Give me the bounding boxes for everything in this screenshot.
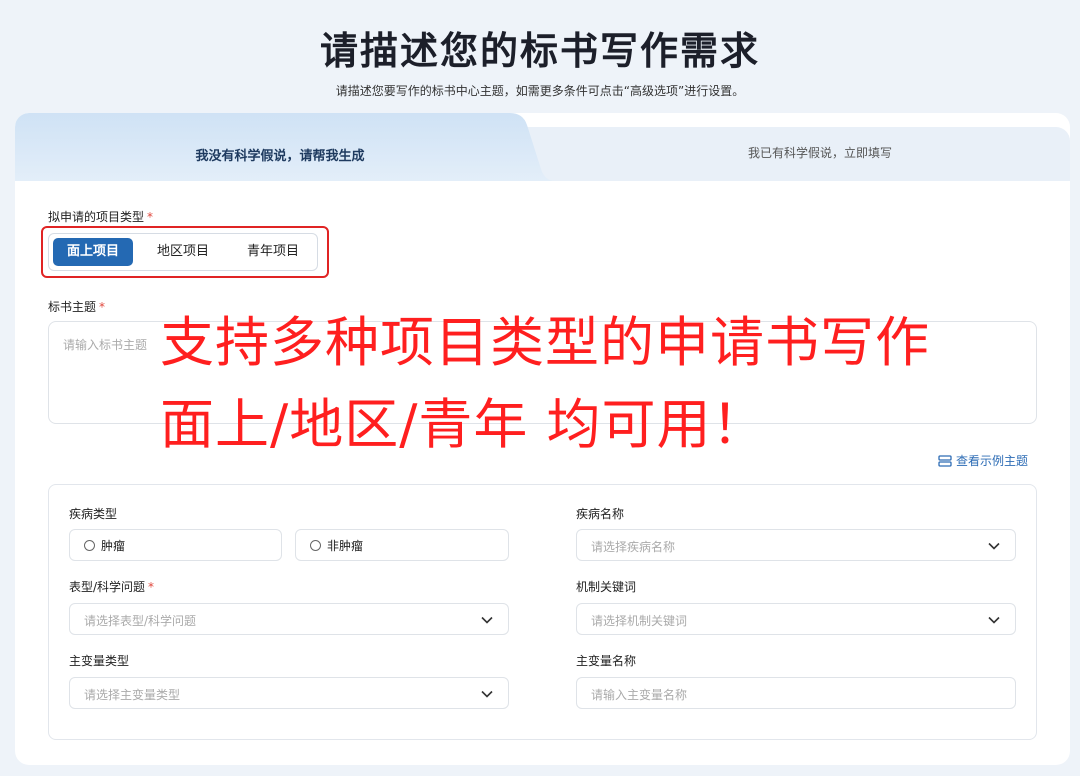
required-mark: * [99, 300, 106, 314]
radio-circle-icon [84, 539, 95, 551]
project-type-option-general[interactable]: 面上项目 [53, 238, 133, 266]
overlay-text-line1: 支持多种项目类型的申请书写作 [160, 311, 930, 374]
project-type-option-youth[interactable]: 青年项目 [231, 238, 315, 266]
main-var-name-input[interactable]: 请输入主变量名称 [576, 677, 1016, 709]
topic-placeholder: 请输入标书主题 [63, 338, 148, 352]
mechanism-select[interactable]: 请选择机制关键词 [576, 603, 1016, 635]
tab-have-hypothesis[interactable]: 我已有科学假说，立即填写 [570, 144, 1070, 161]
required-mark: * [147, 210, 154, 224]
main-var-name-placeholder: 请输入主变量名称 [591, 688, 688, 702]
disease-name-select[interactable]: 请选择疾病名称 [576, 529, 1016, 561]
mechanism-placeholder: 请选择机制关键词 [591, 614, 688, 628]
page-subtitle: 请描述您要写作的标书中心主题，如需更多条件可点击“高级选项”进行设置。 [335, 84, 745, 98]
phenotype-label-text: 表型/科学问题 [69, 580, 146, 594]
view-example-link[interactable]: 查看示例主题 [938, 452, 1028, 469]
radio-non-tumor[interactable]: 非肿瘤 [295, 529, 509, 561]
required-mark: * [148, 580, 155, 594]
main-var-type-select[interactable]: 请选择主变量类型 [69, 677, 509, 709]
radio-non-tumor-label: 非肿瘤 [327, 538, 364, 553]
list-icon [938, 454, 952, 467]
phenotype-select[interactable]: 请选择表型/科学问题 [69, 603, 509, 635]
chevron-down-icon [481, 616, 493, 624]
chevron-down-icon [481, 690, 493, 698]
project-type-label-text: 拟申请的项目类型 [48, 210, 145, 224]
project-type-label: 拟申请的项目类型 * [48, 208, 153, 225]
mechanism-label: 机制关键词 [576, 580, 637, 594]
radio-tumor[interactable]: 肿瘤 [69, 529, 282, 561]
topic-label-text: 标书主题 [48, 300, 97, 314]
radio-tumor-label: 肿瘤 [101, 538, 126, 553]
main-var-name-label: 主变量名称 [576, 654, 637, 668]
chevron-down-icon [988, 542, 1000, 550]
phenotype-label: 表型/科学问题 * [69, 578, 154, 595]
project-type-selector: 面上项目 地区项目 青年项目 [48, 233, 318, 271]
phenotype-placeholder: 请选择表型/科学问题 [84, 614, 197, 628]
disease-type-label: 疾病类型 [69, 507, 118, 521]
disease-name-label: 疾病名称 [576, 507, 625, 521]
overlay-text-line2: 面上/地区/青年 均可用！ [160, 393, 767, 456]
main-var-type-label: 主变量类型 [69, 654, 130, 668]
disease-name-placeholder: 请选择疾病名称 [591, 540, 676, 554]
project-type-option-regional[interactable]: 地区项目 [141, 238, 225, 266]
page-title: 请描述您的标书写作需求 [319, 29, 760, 73]
tab-bar: 我没有科学假说，请帮我生成 我已有科学假说，立即填写 [15, 113, 1070, 181]
main-var-type-placeholder: 请选择主变量类型 [84, 688, 181, 702]
chevron-down-icon [988, 616, 1000, 624]
topic-label: 标书主题 * [48, 298, 105, 315]
view-example-label: 查看示例主题 [956, 454, 1029, 468]
tab-generate-hypothesis[interactable]: 我没有科学假说，请帮我生成 [30, 145, 530, 164]
radio-circle-icon [310, 539, 321, 551]
